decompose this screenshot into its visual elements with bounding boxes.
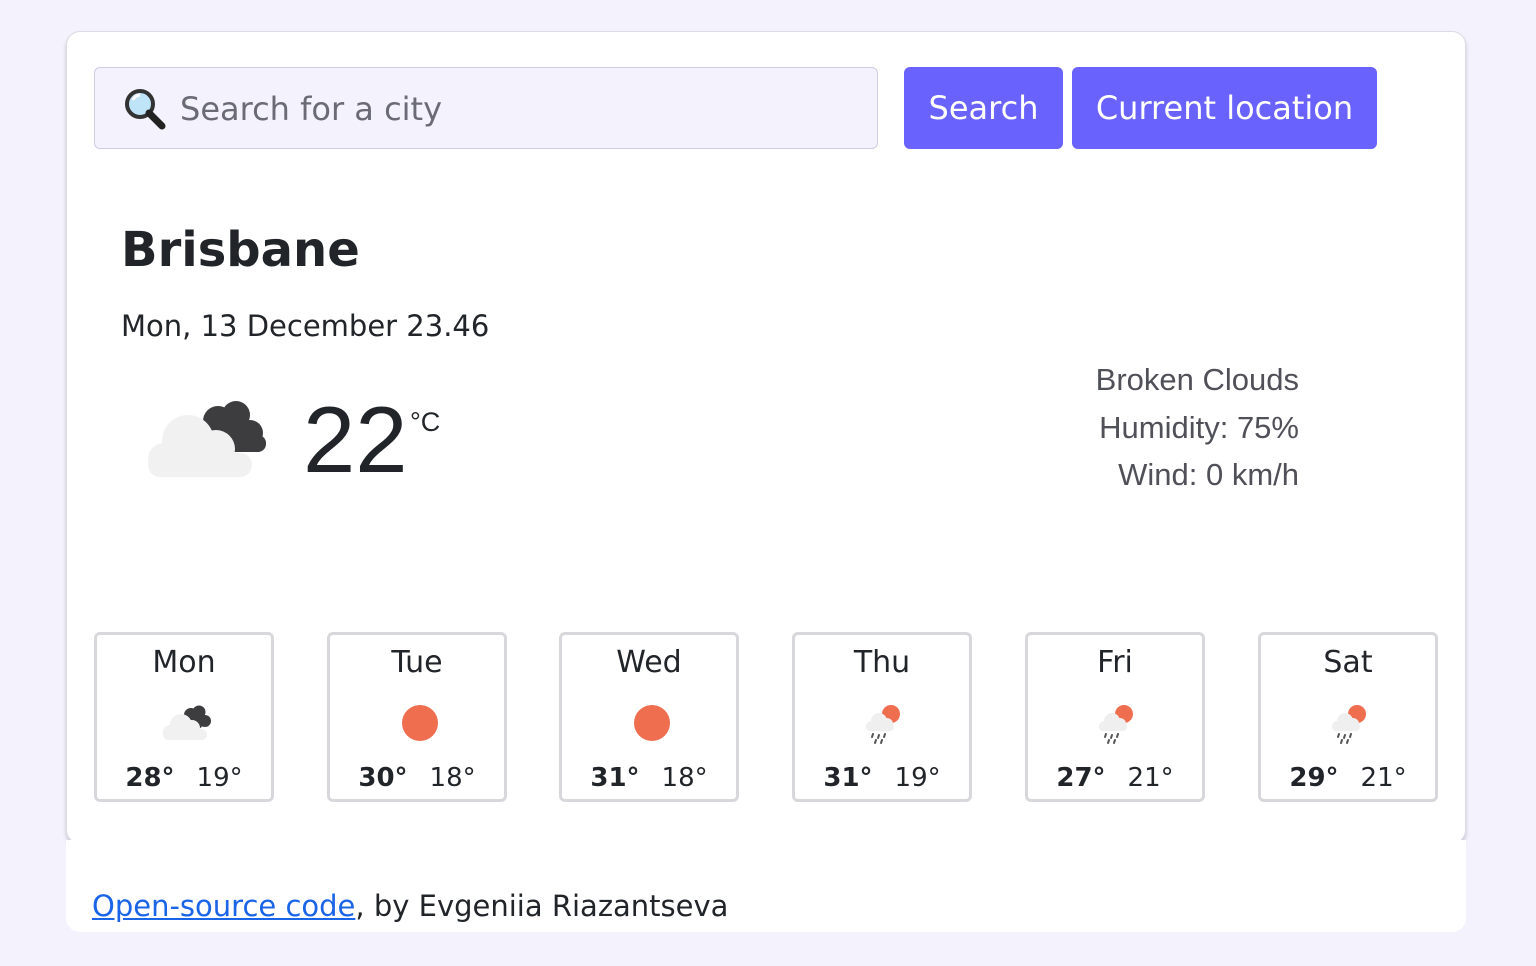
forecast-day-name: Sat	[1323, 645, 1373, 680]
sun-icon	[402, 705, 438, 741]
current-location-button[interactable]: Current location	[1072, 67, 1377, 149]
forecast-day: Wed 31° 18°	[559, 632, 739, 802]
footer-credits: Open-source code, by Evgeniia Riazantsev…	[92, 889, 728, 923]
forecast-day: Mon 28° 19°	[94, 632, 274, 802]
weather-details: Broken Clouds Humidity: 75% Wind: 0 km/h	[1096, 356, 1299, 499]
forecast-day-name: Thu	[853, 645, 911, 680]
sun-rain-icon	[1099, 705, 1133, 744]
forecast-min-temp: 19°	[894, 763, 941, 793]
forecast-day-name: Wed	[616, 645, 682, 680]
magnifier-icon	[125, 89, 166, 130]
author-credit: , by Evgeniia Riazantseva	[355, 889, 729, 923]
search-button[interactable]: Search	[904, 67, 1063, 149]
sun-rain-icon	[866, 705, 900, 744]
forecast-day: Fri 27° 21°	[1025, 632, 1205, 802]
forecast-max-temp: 28°	[125, 763, 175, 793]
city-name: Brisbane	[121, 222, 360, 278]
forecast-day-name: Tue	[391, 645, 443, 680]
humidity: Humidity: 75%	[1099, 409, 1299, 445]
forecast-day-name: Fri	[1097, 645, 1133, 680]
forecast-min-temp: 18°	[429, 763, 476, 793]
open-source-link[interactable]: Open-source code	[92, 889, 355, 923]
forecast-max-temp: 31°	[823, 763, 873, 793]
temperature-unit[interactable]: °C	[410, 407, 440, 438]
forecast-day: Sat 29° 21°	[1258, 632, 1438, 802]
broken-clouds-icon	[148, 401, 266, 477]
current-temperature: 22	[303, 387, 408, 492]
forecast-day: Thu 31° 19°	[792, 632, 972, 802]
sun-icon	[634, 705, 670, 741]
forecast-max-temp: 30°	[358, 763, 408, 793]
date-time: Mon, 13 December 23.46	[121, 309, 490, 343]
sun-rain-icon	[1332, 705, 1366, 744]
wind: Wind: 0 km/h	[1118, 457, 1299, 492]
forecast-max-temp: 31°	[590, 763, 640, 793]
forecast-max-temp: 29°	[1289, 763, 1339, 793]
search-input[interactable]	[180, 86, 860, 132]
forecast-day-name: Mon	[152, 645, 216, 680]
forecast-min-temp: 21°	[1360, 763, 1407, 793]
forecast-min-temp: 19°	[196, 763, 243, 793]
broken-clouds-icon	[163, 705, 211, 740]
forecast-day: Tue 30° 18°	[327, 632, 507, 802]
forecast-max-temp: 27°	[1056, 763, 1106, 793]
forecast-min-temp: 21°	[1127, 763, 1174, 793]
forecast-min-temp: 18°	[661, 763, 708, 793]
weather-description: Broken Clouds	[1095, 362, 1299, 397]
